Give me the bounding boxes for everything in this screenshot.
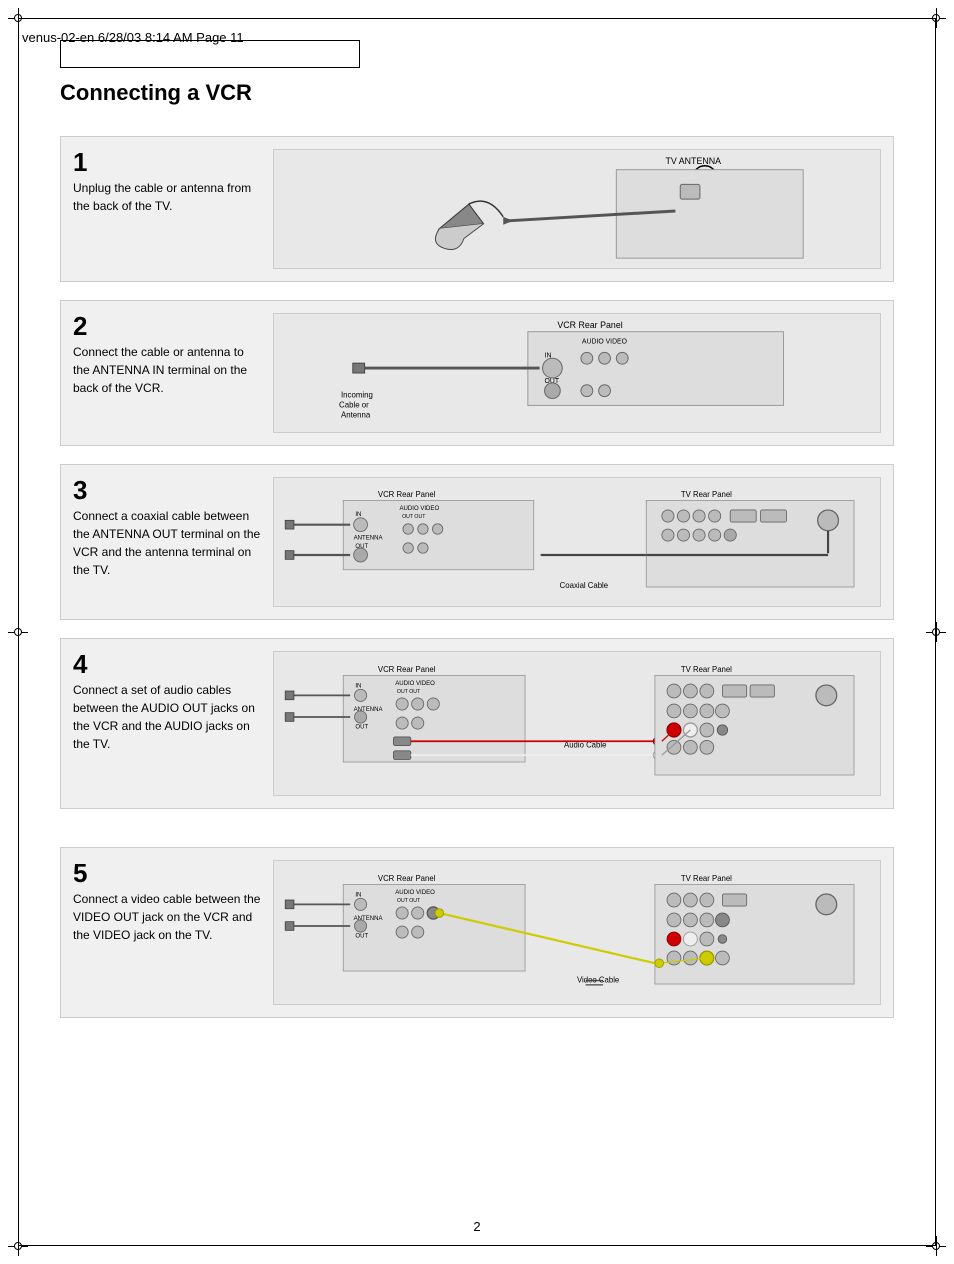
svg-text:AUDIO VIDEO: AUDIO VIDEO: [400, 506, 440, 512]
step-3-text: 3 Connect a coaxial cable between the AN…: [73, 477, 273, 579]
svg-text:Coaxial Cable: Coaxial Cable: [560, 581, 608, 590]
svg-text:OUT OUT: OUT OUT: [397, 689, 421, 695]
step-3-diagram: VCR Rear Panel IN ANTENNA OUT AUDIO VIDE…: [273, 477, 881, 607]
svg-text:AUDIO VIDEO: AUDIO VIDEO: [395, 681, 435, 687]
page-title: Connecting a VCR: [60, 80, 894, 106]
step-1-desc: Unplug the cable or antenna from the bac…: [73, 181, 251, 213]
svg-text:VCR Rear Panel: VCR Rear Panel: [378, 665, 436, 674]
step-5-number: 5: [73, 860, 261, 886]
svg-text:VCR Rear Panel: VCR Rear Panel: [378, 874, 436, 883]
step-1-number: 1: [73, 149, 261, 175]
svg-text:OUT: OUT: [355, 933, 368, 939]
reg-mark-mr: [926, 622, 946, 642]
svg-text:IN: IN: [545, 352, 552, 359]
header-rect: [60, 40, 360, 68]
svg-text:IN: IN: [355, 512, 361, 518]
svg-text:TV Rear Panel: TV Rear Panel: [681, 874, 732, 883]
svg-text:IN: IN: [355, 684, 361, 690]
svg-text:OUT OUT: OUT OUT: [402, 514, 426, 520]
step-4-number: 4: [73, 651, 261, 677]
step-4-diagram: VCR Rear Panel IN ANTENNA OUT AUDIO VIDE…: [273, 651, 881, 796]
svg-text:Cable or: Cable or: [339, 400, 369, 409]
page-border-bottom: [18, 1245, 936, 1246]
svg-text:VCR Rear Panel: VCR Rear Panel: [378, 490, 436, 499]
step-3-desc: Connect a coaxial cable between the ANTE…: [73, 509, 260, 577]
page-border-left: [18, 18, 19, 1246]
step-2-text: 2 Connect the cable or antenna to the AN…: [73, 313, 273, 397]
step-4-text: 4 Connect a set of audio cables between …: [73, 651, 273, 753]
step-4-box: 4 Connect a set of audio cables between …: [60, 638, 894, 809]
reg-mark-br: [926, 1236, 946, 1256]
step-3-number: 3: [73, 477, 261, 503]
step-3-box: 3 Connect a coaxial cable between the AN…: [60, 464, 894, 620]
step-4-desc: Connect a set of audio cables between th…: [73, 683, 255, 751]
page-number: 2: [0, 1219, 954, 1234]
svg-text:Antenna: Antenna: [341, 410, 371, 419]
svg-text:TV ANTENNA: TV ANTENNA: [666, 156, 722, 166]
svg-text:TV Rear Panel: TV Rear Panel: [681, 490, 732, 499]
step-1-text: 1 Unplug the cable or antenna from the b…: [73, 149, 273, 215]
step-2-diagram: VCR Rear Panel IN AUDIO VIDEO OUT: [273, 313, 881, 433]
step-2-box: 2 Connect the cable or antenna to the AN…: [60, 300, 894, 446]
svg-text:AUDIO VIDEO: AUDIO VIDEO: [582, 339, 628, 346]
step-5-desc: Connect a video cable between the VIDEO …: [73, 892, 260, 942]
svg-text:AUDIO VIDEO: AUDIO VIDEO: [395, 890, 435, 896]
page-border-top: [18, 18, 936, 19]
main-content: Connecting a VCR 1 Unplug the cable or a…: [60, 80, 894, 1036]
svg-text:IN: IN: [355, 893, 361, 899]
svg-text:ANTENNA: ANTENNA: [354, 535, 384, 541]
page-border-right: [935, 18, 936, 1246]
step-1-box: 1 Unplug the cable or antenna from the b…: [60, 136, 894, 282]
step-2-number: 2: [73, 313, 261, 339]
svg-text:VCR Rear Panel: VCR Rear Panel: [557, 320, 622, 330]
step-1-diagram: TV ANTENNA ⌀: [273, 149, 881, 269]
svg-text:OUT: OUT: [355, 724, 368, 730]
step-5-box: 5 Connect a video cable between the VIDE…: [60, 847, 894, 1018]
step-5-text: 5 Connect a video cable between the VIDE…: [73, 860, 273, 944]
svg-text:TV Rear Panel: TV Rear Panel: [681, 665, 732, 674]
svg-text:Incoming: Incoming: [341, 391, 373, 400]
step-5-diagram: VCR Rear Panel IN ANTENNA OUT AUDIO VIDE…: [273, 860, 881, 1005]
svg-text:OUT OUT: OUT OUT: [397, 898, 421, 904]
svg-text:Video Cable: Video Cable: [577, 975, 619, 984]
step-2-desc: Connect the cable or antenna to the ANTE…: [73, 345, 247, 395]
